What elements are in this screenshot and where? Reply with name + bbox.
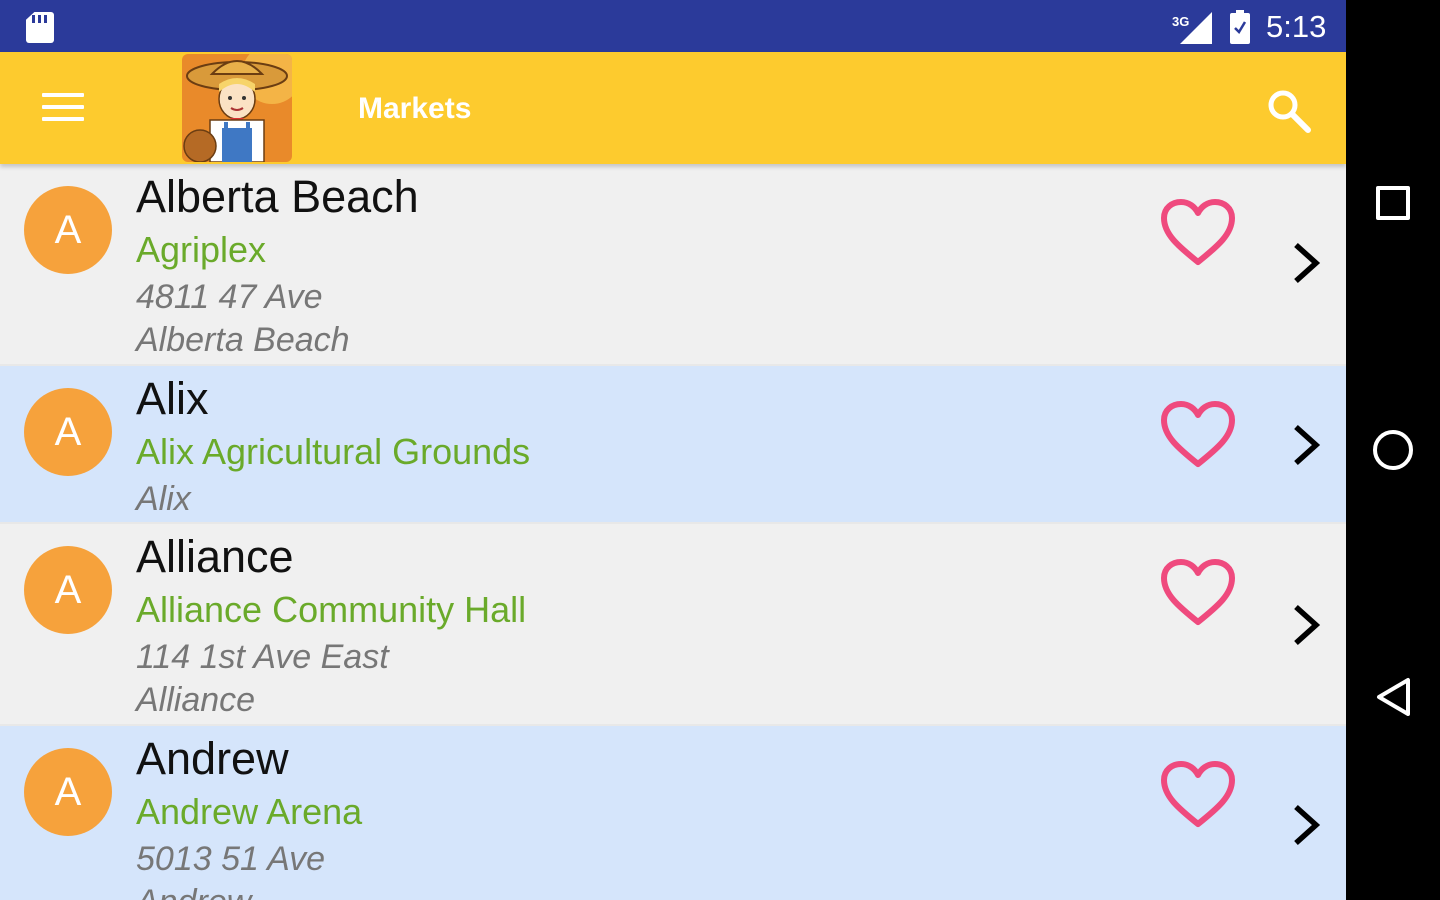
chevron-right-icon[interactable] xyxy=(1290,240,1324,286)
market-address: 4811 47 Ave xyxy=(136,278,323,316)
chevron-right-icon[interactable] xyxy=(1290,802,1324,848)
market-town: Alberta Beach xyxy=(136,321,350,359)
signal-icon: 3G xyxy=(1172,12,1212,44)
market-name: Andrew xyxy=(136,733,289,784)
market-town: Andrew xyxy=(136,881,362,900)
list-item[interactable]: A Alix Alix Agricultural Grounds Alix xyxy=(0,366,1346,524)
favorite-heart-icon[interactable] xyxy=(1158,758,1238,830)
status-bar: 3G 5:13 xyxy=(0,0,1346,52)
list-item-text: Alix Alix Agricultural Grounds Alix xyxy=(136,372,530,521)
market-name: Alliance xyxy=(136,531,294,582)
market-town: Alliance xyxy=(136,681,256,719)
market-town: Alix xyxy=(136,480,191,518)
markets-list: A Alberta Beach Agriplex 4811 47 Ave Alb… xyxy=(0,164,1346,900)
market-venue: Alliance Community Hall xyxy=(136,589,527,630)
market-venue: Agriplex xyxy=(136,229,267,270)
farmer-logo xyxy=(182,54,292,162)
app-screen: 3G 5:13 Markets A Alberta Beach Agriplex… xyxy=(0,0,1346,900)
search-icon[interactable] xyxy=(1264,86,1312,134)
favorite-heart-icon[interactable] xyxy=(1158,556,1238,628)
list-item[interactable]: A Alliance Alliance Community Hall 114 1… xyxy=(0,524,1346,726)
favorite-heart-icon[interactable] xyxy=(1158,196,1238,268)
page-title: Markets xyxy=(358,92,472,125)
hamburger-menu-icon[interactable] xyxy=(40,90,86,124)
chevron-right-icon[interactable] xyxy=(1290,602,1324,648)
avatar: A xyxy=(24,748,112,836)
favorite-heart-icon[interactable] xyxy=(1158,398,1238,470)
list-item-text: Alliance Alliance Community Hall 114 1st… xyxy=(136,530,526,722)
avatar: A xyxy=(24,388,112,476)
app-toolbar: Markets xyxy=(0,52,1346,164)
battery-icon xyxy=(1230,10,1250,44)
sd-card-icon xyxy=(26,12,54,43)
list-item-text: Alberta Beach Agriplex 4811 47 Ave Alber… xyxy=(136,170,419,362)
market-name: Alix xyxy=(136,373,209,424)
network-type-label: 3G xyxy=(1172,14,1189,29)
recent-apps-icon[interactable] xyxy=(1376,186,1410,220)
list-item-text: Andrew Andrew Arena 5013 51 Ave Andrew xyxy=(136,732,362,900)
list-item[interactable]: A Andrew Andrew Arena 5013 51 Ave Andrew xyxy=(0,726,1346,900)
home-icon[interactable] xyxy=(1373,430,1413,470)
market-venue: Andrew Arena xyxy=(136,791,363,832)
system-nav-bar xyxy=(1346,0,1440,900)
back-icon[interactable] xyxy=(1374,676,1414,718)
chevron-right-icon[interactable] xyxy=(1290,422,1324,468)
avatar: A xyxy=(24,186,112,274)
market-address: 114 1st Ave East xyxy=(136,638,389,676)
market-name: Alberta Beach xyxy=(136,171,419,222)
clock-time: 5:13 xyxy=(1266,9,1327,44)
avatar: A xyxy=(24,546,112,634)
market-address: 5013 51 Ave xyxy=(136,840,326,878)
list-item[interactable]: A Alberta Beach Agriplex 4811 47 Ave Alb… xyxy=(0,164,1346,366)
market-venue: Alix Agricultural Grounds xyxy=(136,431,531,472)
